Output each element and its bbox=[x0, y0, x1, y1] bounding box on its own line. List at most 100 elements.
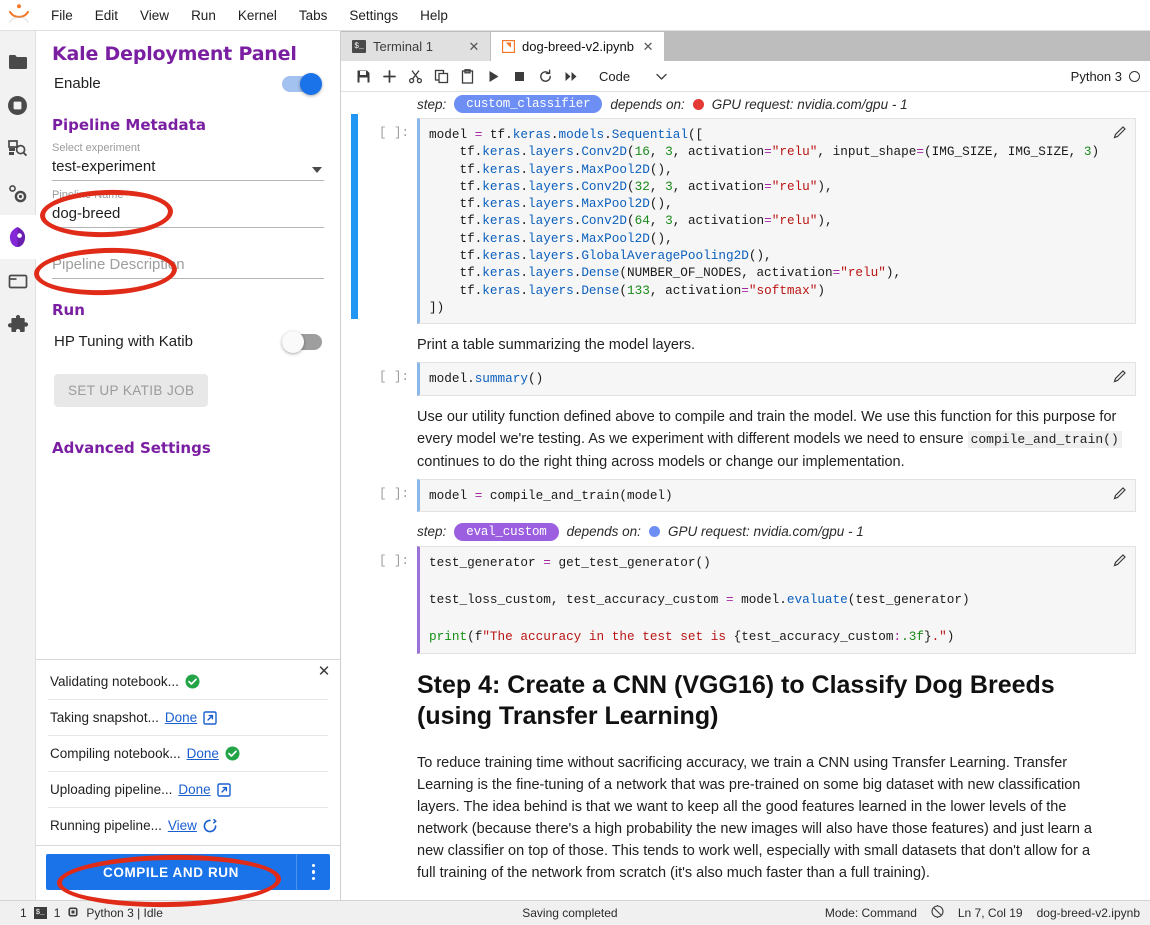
pipeline-description-placeholder: Pipeline Description bbox=[52, 254, 324, 279]
status-left-group: 1 $_ 1 Python 3 | Idle bbox=[10, 906, 315, 921]
external-link-icon[interactable] bbox=[216, 782, 231, 797]
close-icon[interactable]: ✕ bbox=[641, 39, 655, 55]
menu-tabs[interactable]: Tabs bbox=[288, 5, 339, 26]
cut-button[interactable] bbox=[403, 64, 427, 88]
tab-dog-breed-notebook[interactable]: dog-breed-v2.ipynb ✕ bbox=[491, 32, 666, 61]
step-name-chip[interactable]: custom_classifier bbox=[454, 95, 603, 113]
menu-run[interactable]: Run bbox=[180, 5, 227, 26]
menu-view[interactable]: View bbox=[129, 5, 180, 26]
code-editor[interactable]: model = tf.keras.models.Sequential([ tf.… bbox=[417, 118, 1136, 325]
markdown-cell[interactable]: Print a table summarizing the model laye… bbox=[341, 324, 1150, 362]
insert-cell-button[interactable] bbox=[377, 64, 401, 88]
pipeline-name-input[interactable]: Pipeline Name dog-breed bbox=[52, 189, 324, 228]
code-editor[interactable]: model.summary() bbox=[417, 362, 1136, 396]
code-editor[interactable]: test_generator = get_test_generator() te… bbox=[417, 545, 1136, 655]
restart-run-all-button[interactable] bbox=[559, 64, 583, 88]
dependency-dot-icon bbox=[648, 526, 660, 538]
log-link[interactable]: Done bbox=[165, 710, 197, 725]
stop-button[interactable] bbox=[507, 64, 531, 88]
chevron-down-icon bbox=[312, 167, 322, 173]
enable-toggle[interactable] bbox=[282, 72, 322, 95]
external-link-icon[interactable] bbox=[203, 710, 217, 725]
toggle-knob bbox=[300, 72, 322, 95]
notebook-icon bbox=[501, 39, 516, 54]
experiment-value: test-experiment bbox=[52, 156, 324, 181]
kernel-chip-icon[interactable] bbox=[67, 906, 79, 921]
pipeline-description-input[interactable]: Pipeline Description bbox=[52, 236, 324, 279]
sidebar-item-open-tabs[interactable] bbox=[0, 259, 36, 303]
terminal-count: 1 bbox=[20, 906, 27, 920]
kebab-menu-icon[interactable] bbox=[296, 854, 330, 890]
terminal-icon[interactable]: $_ bbox=[33, 907, 47, 919]
edit-pencil-icon[interactable] bbox=[1113, 553, 1127, 567]
kale-footer: COMPILE AND RUN bbox=[36, 845, 340, 900]
no-kernel-icon[interactable] bbox=[931, 905, 944, 921]
paste-button[interactable] bbox=[455, 64, 479, 88]
toggle-knob bbox=[282, 330, 304, 353]
edit-pencil-icon[interactable] bbox=[1113, 369, 1127, 383]
status-filename: dog-breed-v2.ipynb bbox=[1036, 906, 1140, 920]
experiment-label: Select experiment bbox=[52, 142, 141, 154]
advanced-settings-heading[interactable]: Advanced Settings bbox=[52, 439, 330, 457]
notebook-area: $_ Terminal 1 ✕ dog-breed-v2.ipynb ✕ Cod… bbox=[341, 31, 1150, 900]
code-cell[interactable]: [ ]: model = compile_and_train(model) bbox=[341, 478, 1150, 512]
menu-settings[interactable]: Settings bbox=[338, 5, 409, 26]
check-circle-icon bbox=[225, 746, 240, 761]
menu-help[interactable]: Help bbox=[409, 5, 459, 26]
experiment-select[interactable]: Select experiment test-experiment bbox=[52, 142, 324, 181]
edit-pencil-icon[interactable] bbox=[1113, 486, 1127, 500]
editor-mode: Mode: Command bbox=[824, 906, 917, 920]
kale-deployment-panel: Kale Deployment Panel Enable Pipeline Me… bbox=[36, 31, 341, 900]
notebook-content[interactable]: step: custom_classifier depends on: GPU … bbox=[341, 92, 1150, 900]
prompt-spacer bbox=[375, 92, 417, 118]
save-status-text: Saving completed bbox=[522, 906, 618, 920]
log-text: Compiling notebook... bbox=[50, 746, 181, 761]
setup-katib-job-button[interactable]: SET UP KATIB JOB bbox=[54, 374, 209, 407]
katib-toggle[interactable] bbox=[282, 330, 322, 353]
tab-terminal-1[interactable]: $_ Terminal 1 ✕ bbox=[341, 32, 491, 61]
close-icon[interactable]: ✕ bbox=[467, 39, 481, 55]
code-editor[interactable]: model = compile_and_train(model) bbox=[417, 478, 1136, 512]
sidebar-item-kale[interactable] bbox=[0, 215, 36, 259]
pipeline-name-value: dog-breed bbox=[52, 203, 324, 228]
prompt-spacer bbox=[375, 324, 417, 362]
restart-button[interactable] bbox=[533, 64, 557, 88]
menu-edit[interactable]: Edit bbox=[84, 5, 129, 26]
cell-prompt: [ ]: bbox=[378, 486, 409, 501]
code-cell[interactable]: [ ]: model.summary() bbox=[341, 362, 1150, 396]
run-button[interactable] bbox=[481, 64, 505, 88]
sidebar-item-file-browser[interactable] bbox=[0, 39, 36, 83]
compile-and-run-button[interactable]: COMPILE AND RUN bbox=[46, 854, 296, 890]
kale-panel-title: Kale Deployment Panel bbox=[52, 43, 297, 65]
code-cell[interactable]: [ ]: test_generator = get_test_generator… bbox=[341, 545, 1150, 655]
save-button[interactable] bbox=[351, 64, 375, 88]
folder-icon bbox=[8, 53, 28, 70]
sidebar-item-extensions[interactable] bbox=[0, 303, 36, 347]
chevron-down-icon bbox=[656, 69, 667, 84]
edit-pencil-icon[interactable] bbox=[1113, 125, 1127, 139]
run-heading: Run bbox=[52, 301, 85, 319]
pipeline-metadata-heading: Pipeline Metadata bbox=[52, 116, 206, 134]
sidebar-item-running[interactable] bbox=[0, 83, 36, 127]
log-link[interactable]: Done bbox=[178, 782, 210, 797]
log-link[interactable]: Done bbox=[187, 746, 219, 761]
code-cell[interactable]: [ ]: model = tf.keras.models.Sequential(… bbox=[341, 118, 1150, 325]
kernel-count: 1 bbox=[53, 906, 61, 920]
log-link[interactable]: View bbox=[168, 818, 197, 833]
cell-type-select[interactable]: Code bbox=[595, 67, 671, 86]
sidebar-item-property-inspector[interactable] bbox=[0, 171, 36, 215]
kernel-name: Python 3 bbox=[1070, 68, 1122, 84]
markdown-cell[interactable]: Step 4: Create a CNN (VGG16) to Classify… bbox=[341, 654, 1150, 890]
depends-on-label: depends on: bbox=[566, 524, 641, 540]
cell-type-value: Code bbox=[599, 68, 631, 84]
copy-button[interactable] bbox=[429, 64, 453, 88]
sidebar-item-commands[interactable] bbox=[0, 127, 36, 171]
menu-file[interactable]: File bbox=[40, 5, 84, 26]
step-name-chip[interactable]: eval_custom bbox=[454, 522, 559, 541]
log-row: Validating notebook... bbox=[48, 664, 328, 700]
kernel-indicator[interactable]: Python 3 bbox=[1071, 69, 1140, 84]
markdown-cell[interactable]: Use our utility function defined above t… bbox=[341, 396, 1150, 479]
open-tabs-icon bbox=[8, 273, 28, 290]
close-icon[interactable]: ✕ bbox=[316, 664, 332, 680]
menu-kernel[interactable]: Kernel bbox=[227, 5, 288, 26]
